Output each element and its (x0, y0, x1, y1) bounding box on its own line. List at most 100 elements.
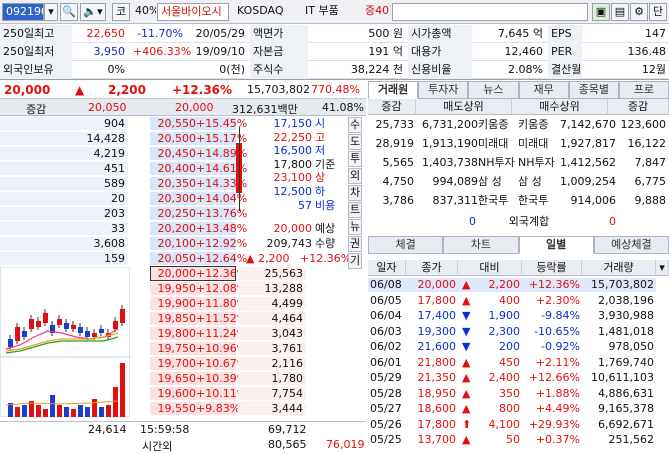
bid-price[interactable]: 19,900 (150, 297, 196, 310)
broker-cell: 16,122 (627, 137, 667, 150)
speaker-icon[interactable]: 🔈▾ (80, 3, 106, 21)
daily-close: 21,600 (417, 340, 457, 353)
scroll-down-icon[interactable]: ▾ (656, 260, 669, 276)
header-change-label: 증감 (26, 103, 47, 116)
bid-price[interactable]: 19,600 (150, 387, 196, 400)
ask-price[interactable]: 20,500 (150, 132, 196, 145)
ask-quantity[interactable]: 203 (0, 207, 128, 220)
ask-price[interactable]: 20,050 (150, 252, 196, 265)
layout-icon[interactable]: ▣ (592, 3, 610, 21)
stock-code-input[interactable]: 092190 (2, 3, 44, 21)
ask-rate: +15.17% (196, 132, 248, 145)
bid-quantity[interactable]: 7,754 (238, 387, 306, 400)
side-tab[interactable]: 도 (348, 134, 362, 150)
ask-quantity[interactable]: 4,219 (0, 147, 128, 160)
bid-quantity[interactable]: 4,499 (238, 297, 306, 310)
window-icon[interactable]: ▤ (611, 3, 629, 21)
search-icon[interactable]: 🔍 (60, 3, 78, 21)
mini-chart (0, 267, 130, 417)
bid-price[interactable]: 19,550 (150, 402, 196, 415)
daily-tab[interactable]: 일별 (518, 236, 594, 254)
broker-cell: 삼 성 (518, 175, 542, 188)
ask-price[interactable]: 20,200 (150, 222, 196, 235)
toolbar: 092190 ▾ 🔍 🔈▾ 코 40% 서울바이오시 KOSDAQ IT 부품 … (0, 0, 669, 24)
ask-rate: +12.64% (196, 252, 248, 265)
daily-change: 50 (506, 433, 520, 446)
daily-tab[interactable]: 차트 (443, 236, 519, 254)
ask-price[interactable]: 20,550 (150, 117, 196, 130)
bid-price[interactable]: 19,950 (150, 282, 196, 295)
volume-bar (22, 405, 27, 417)
ask-price[interactable]: 20,100 (150, 237, 196, 250)
info-value: 2.08% (508, 63, 543, 76)
foreign-buy-total: 0 (609, 215, 616, 228)
bid-price[interactable]: 19,850 (150, 312, 196, 325)
ask-quantity[interactable]: 589 (0, 177, 128, 190)
ask-quantity[interactable]: 159 (0, 252, 128, 265)
candle (22, 331, 27, 337)
ask-price[interactable]: 20,250 (150, 207, 196, 220)
daily-arrow-icon: ▲ (462, 433, 471, 446)
bid-quantity[interactable]: 3,444 (238, 402, 306, 415)
ask-quantity[interactable]: 451 (0, 162, 128, 175)
market-button[interactable]: 코 (112, 3, 130, 21)
broker-tab[interactable]: 거래원 (368, 81, 419, 99)
ask-quantity[interactable]: 3,608 (0, 237, 128, 250)
side-tab[interactable]: 기 (348, 253, 362, 269)
broker-tab[interactable]: 프로 (618, 81, 669, 99)
bid-quantity[interactable]: 3,761 (238, 342, 306, 355)
ask-quantity[interactable]: 33 (0, 222, 128, 235)
bid-quantity[interactable]: 1,780 (238, 372, 306, 385)
side-tab[interactable]: 트 (348, 202, 362, 218)
broker-tab[interactable]: 재무 (518, 81, 569, 99)
daily-change: 350 (499, 386, 520, 400)
ask-rate: +14.89% (196, 147, 248, 160)
volume-bar (57, 405, 62, 417)
bid-quantity[interactable]: 4,464 (238, 312, 306, 325)
side-tab[interactable]: 수 (348, 117, 362, 133)
bid-quantity[interactable]: 3,043 (238, 327, 306, 340)
side-tab[interactable]: 권 (348, 236, 362, 252)
ask-quantity[interactable]: 14,428 (0, 132, 128, 145)
ask-price[interactable]: 20,350 (150, 177, 196, 190)
daily-volume: 9,165,378 (598, 402, 654, 415)
candle (99, 329, 104, 333)
broker-tab[interactable]: 뉴스 (468, 81, 519, 99)
daily-close: 18,600 (417, 402, 457, 415)
single-button[interactable]: 단 (649, 3, 667, 21)
gear-icon[interactable]: ⚙ (630, 3, 648, 21)
broker-tab[interactable]: 종목별 (568, 81, 619, 99)
ask-rate: +12.92% (196, 237, 248, 250)
candle (78, 327, 83, 333)
broker-tab[interactable]: 투자자 (418, 81, 469, 99)
side-tab[interactable]: 외 (348, 168, 362, 184)
info-row: 250일최저 3,950 +406.33% 19/09/10 자본금 191 억 대용가 12… (0, 43, 669, 61)
ask-rate: +14.61% (196, 162, 248, 175)
daily-tab[interactable]: 예상체결 (593, 236, 669, 254)
bid-price[interactable]: 19,650 (150, 372, 196, 385)
daily-volume: 2,038,196 (598, 293, 654, 307)
ask-price[interactable]: 20,300 (150, 192, 196, 205)
bid-price[interactable]: 19,750 (150, 342, 196, 355)
ask-quantity[interactable]: 904 (0, 117, 128, 130)
ask-price[interactable]: 20,400 (150, 162, 196, 175)
daily-rate: +12.66% (528, 371, 580, 384)
bid-quantity[interactable]: 13,288 (238, 282, 306, 295)
broker-cell: 한국투 (518, 194, 549, 207)
info-value: 0% (107, 63, 125, 76)
orderbook-panel: 증감 20,050 20,000 312,631백만 41.08% 904 20,… (0, 99, 366, 453)
side-tab[interactable]: 차 (348, 185, 362, 201)
broker-cell: 994,089 (432, 175, 479, 188)
bid-price[interactable]: 19,800 (150, 327, 196, 340)
bid-price[interactable]: 19,700 (150, 357, 196, 370)
bid-quantity[interactable]: 25,563 (238, 267, 306, 280)
bid-quantity[interactable]: 2,116 (238, 357, 306, 370)
side-tab[interactable]: 투 (348, 151, 362, 167)
side-tab[interactable]: 뉴 (348, 219, 362, 235)
daily-rate: +2.11% (535, 355, 580, 369)
daily-date: 05/27 (370, 402, 402, 415)
daily-tab[interactable]: 체결 (368, 236, 444, 254)
ask-price[interactable]: 20,450 (150, 147, 196, 160)
code-dropdown-icon[interactable]: ▾ (44, 3, 58, 21)
ask-quantity[interactable]: 20 (0, 192, 128, 205)
